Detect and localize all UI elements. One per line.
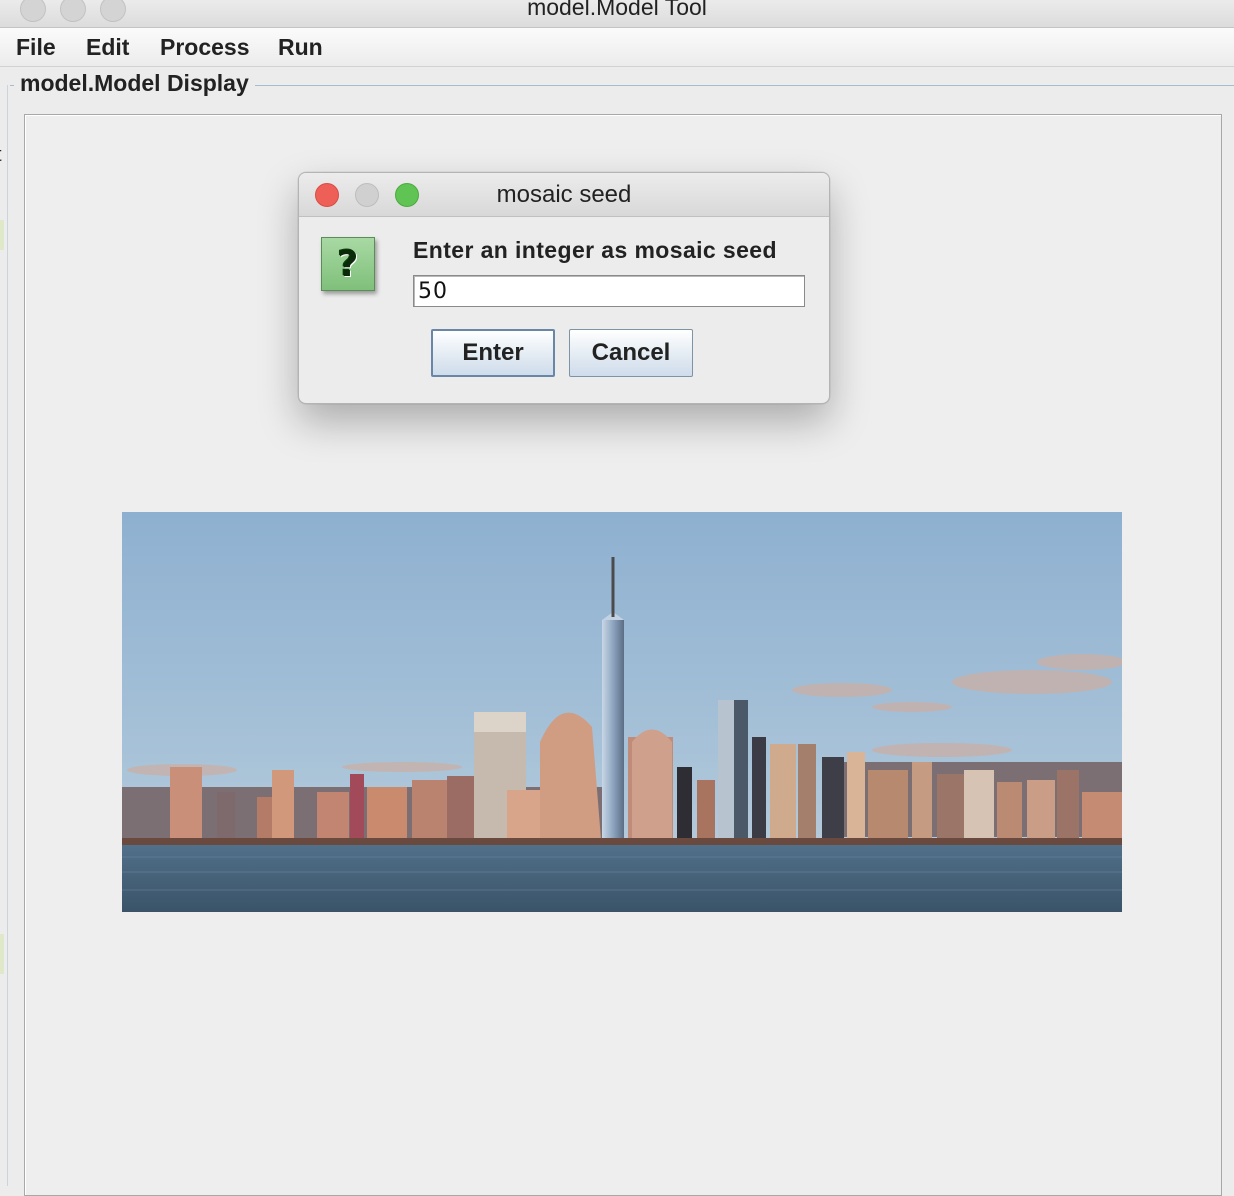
group-left-border <box>7 85 8 1186</box>
dialog-title: mosaic seed <box>496 181 632 208</box>
mosaic-seed-dialog: mosaic seed ? Enter an integer as mosaic… <box>298 172 830 404</box>
clipped-left-text: t <box>0 144 2 167</box>
cancel-button[interactable]: Cancel <box>569 329 693 377</box>
skyline-image <box>122 512 1122 912</box>
window-title: model.Model Tool <box>527 0 707 20</box>
clipped-left-highlight <box>0 934 4 974</box>
seed-input[interactable] <box>413 275 805 307</box>
menu-edit[interactable]: Edit <box>86 34 129 61</box>
menu-file[interactable]: File <box>16 34 56 61</box>
menu-run[interactable]: Run <box>278 34 323 61</box>
window-titlebar: model.Model Tool <box>0 0 1234 28</box>
menu-bar: File Edit Process Run <box>0 28 1234 67</box>
group-title: model.Model Display <box>14 70 255 97</box>
clipped-left-highlight <box>0 220 4 250</box>
dialog-titlebar: mosaic seed <box>299 173 829 217</box>
prompt-label: Enter an integer as mosaic seed <box>413 237 777 263</box>
enter-button[interactable]: Enter <box>431 329 555 377</box>
question-icon: ? <box>321 237 375 291</box>
menu-process[interactable]: Process <box>160 34 250 61</box>
